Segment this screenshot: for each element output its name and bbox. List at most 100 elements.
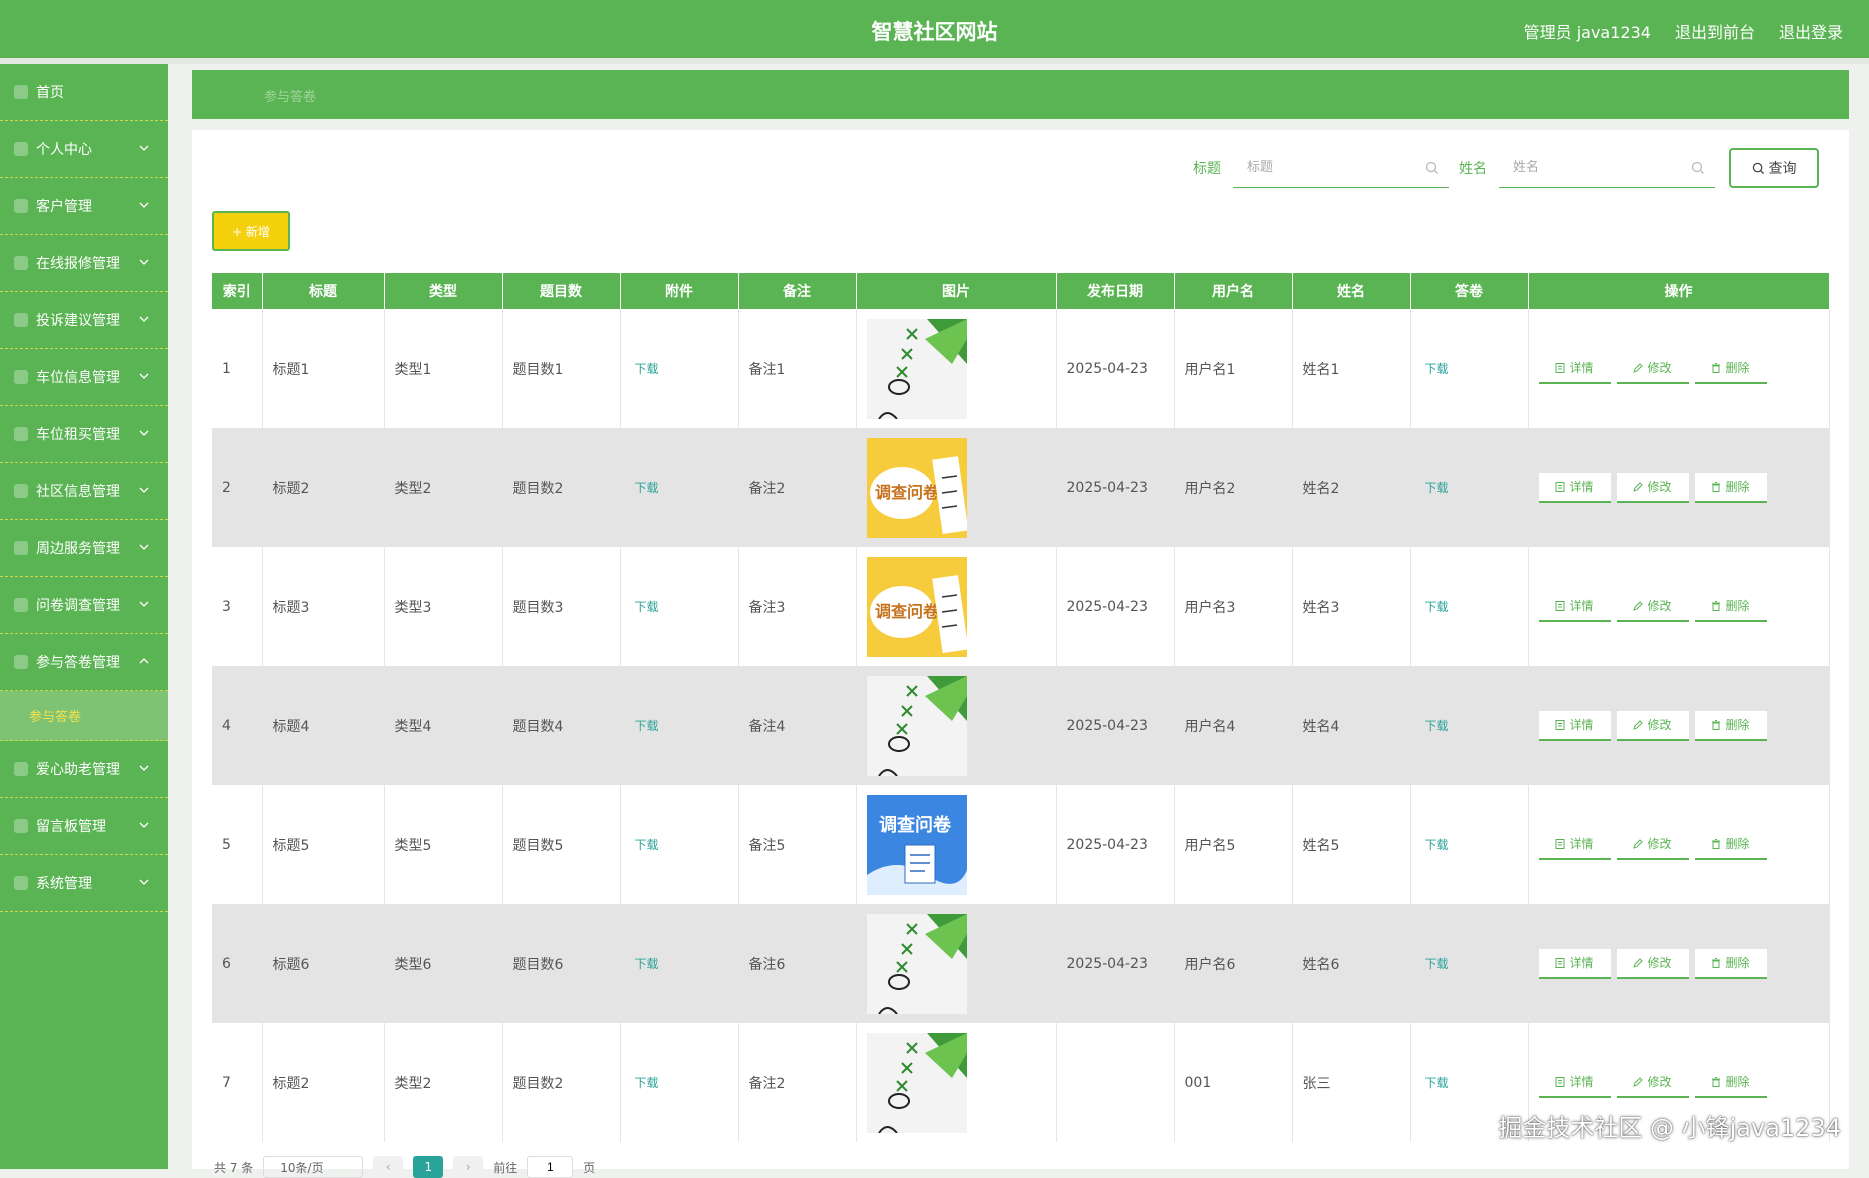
answer-download-link[interactable]: 下载 (1410, 309, 1529, 428)
sidebar-item-3[interactable]: 在线报修管理 (0, 235, 168, 292)
column-header: 索引 (212, 273, 263, 309)
date-cell: 2025-04-23 (1056, 785, 1175, 904)
title-cell: 标题4 (262, 666, 385, 785)
next-page-button[interactable]: › (453, 1156, 484, 1178)
attach-download-link[interactable]: 下载 (620, 904, 739, 1023)
edit-button[interactable]: 修改 (1616, 1067, 1689, 1098)
answer-download-link[interactable]: 下载 (1410, 904, 1529, 1023)
edit-button[interactable]: 修改 (1616, 710, 1689, 741)
page-button-1[interactable]: 1 (413, 1156, 444, 1178)
column-header: 附件 (620, 273, 739, 309)
delete-button[interactable]: 删除 (1694, 591, 1767, 622)
edit-button-label: 修改 (1647, 837, 1672, 851)
title-search-input[interactable] (1233, 148, 1449, 187)
sidebar-item-0[interactable]: 首页 (0, 64, 168, 121)
sidebar-item-9[interactable]: 问卷调查管理 (0, 577, 168, 634)
survey-image-text: 调查问卷 (875, 483, 940, 502)
sidebar-item-10[interactable]: 参与答卷管理 (0, 634, 168, 691)
search-icon (1425, 161, 1438, 174)
name-search-box (1499, 148, 1715, 188)
edit-button-label: 修改 (1647, 361, 1672, 375)
detail-button[interactable]: 详情 (1538, 591, 1611, 622)
answer-download-link[interactable]: 下载 (1410, 666, 1529, 785)
delete-icon (1712, 838, 1721, 849)
sidebar-item-2[interactable]: 客户管理 (0, 178, 168, 235)
sidebar-item-7[interactable]: 社区信息管理 (0, 463, 168, 520)
sidebar-item-1[interactable]: 个人中心 (0, 121, 168, 178)
menu-icon (14, 427, 28, 441)
sidebar-item-11[interactable]: 爱心助老管理 (0, 741, 168, 798)
chevron-down-icon (139, 601, 149, 607)
image-cell (856, 309, 1057, 428)
delete-button[interactable]: 删除 (1694, 829, 1767, 860)
survey-image-text: 调查问卷 (879, 814, 952, 836)
front-link[interactable]: 退出到前台 (1675, 19, 1755, 43)
sidebar-item-4[interactable]: 投诉建议管理 (0, 292, 168, 349)
sidebar-item-12[interactable]: 留言板管理 (0, 798, 168, 855)
delete-button[interactable]: 删除 (1694, 948, 1767, 979)
image-cell (856, 666, 1057, 785)
index-cell: 2 (212, 428, 263, 547)
sidebar: 首页 个人中心 客户管理 在线报修管理 投诉建议管理 车位信息管理 车位租买管理 社区信息管理… (0, 64, 168, 1169)
query-button[interactable]: 查询 (1729, 148, 1819, 188)
detail-button[interactable]: 详情 (1538, 1067, 1611, 1098)
row-actions: 详情 修改 删除 (1538, 353, 1829, 384)
add-button[interactable]: + 新增 (212, 211, 290, 251)
attach-download-link[interactable]: 下载 (620, 1023, 739, 1142)
top-links: 管理员 java1234 退出到前台 退出登录 (1524, 19, 1843, 43)
logout-link[interactable]: 退出登录 (1779, 19, 1843, 43)
name-cell: 姓名4 (1292, 666, 1411, 785)
title-cell: 标题6 (262, 904, 385, 1023)
sidebar-item-6[interactable]: 车位租买管理 (0, 406, 168, 463)
edit-button[interactable]: 修改 (1616, 353, 1689, 384)
detail-button[interactable]: 详情 (1538, 353, 1611, 384)
note-cell: 备注6 (738, 904, 857, 1023)
chevron-down-icon (139, 487, 149, 493)
menu-icon (14, 876, 28, 890)
edit-button[interactable]: 修改 (1616, 829, 1689, 860)
edit-icon (1633, 719, 1644, 730)
edit-button-label: 修改 (1647, 599, 1672, 613)
delete-button[interactable]: 删除 (1694, 353, 1767, 384)
edit-button[interactable]: 修改 (1616, 591, 1689, 622)
detail-button[interactable]: 详情 (1538, 829, 1611, 860)
detail-button[interactable]: 详情 (1538, 472, 1611, 503)
answer-download-link[interactable]: 下载 (1410, 547, 1529, 666)
detail-button[interactable]: 详情 (1538, 948, 1611, 979)
page-size-select[interactable]: 10条/页 (263, 1156, 364, 1178)
attach-download-link[interactable]: 下载 (620, 428, 739, 547)
chevron-down-icon (139, 430, 149, 436)
delete-button[interactable]: 删除 (1694, 710, 1767, 741)
attach-download-link[interactable]: 下载 (620, 666, 739, 785)
chevron-down-icon (139, 765, 149, 771)
goto-page-input[interactable] (527, 1156, 574, 1178)
menu-icon (14, 370, 28, 384)
attach-download-link[interactable]: 下载 (620, 547, 739, 666)
edit-button[interactable]: 修改 (1616, 472, 1689, 503)
menu-icon (14, 598, 28, 612)
sidebar-item-5[interactable]: 车位信息管理 (0, 349, 168, 406)
username-cell: 用户名4 (1174, 666, 1293, 785)
actions-cell: 详情 修改 删除 (1528, 428, 1830, 547)
sidebar-subitem-answers[interactable]: 参与答卷 (0, 691, 168, 741)
delete-button[interactable]: 删除 (1694, 472, 1767, 503)
actions-cell: 详情 修改 删除 (1528, 547, 1830, 666)
menu-icon (14, 313, 28, 327)
answer-download-link[interactable]: 下载 (1410, 428, 1529, 547)
sidebar-item-8[interactable]: 周边服务管理 (0, 520, 168, 577)
sidebar-item-13[interactable]: 系统管理 (0, 855, 168, 912)
attach-download-link[interactable]: 下载 (620, 309, 739, 428)
content-panel: 标题 姓名 查询 + 新增 索引标题类型题目数附件备注图片发布日期用户名姓名答卷… (192, 130, 1849, 1178)
answer-download-link[interactable]: 下载 (1410, 785, 1529, 904)
username-cell: 用户名1 (1174, 309, 1293, 428)
prev-page-button[interactable]: ‹ (373, 1156, 404, 1178)
name-search-input[interactable] (1499, 148, 1715, 187)
attach-download-link[interactable]: 下载 (620, 785, 739, 904)
title-cell: 标题3 (262, 547, 385, 666)
table-row: 6 标题6 类型6 题目数6 下载 备注6 2025-04-23 用户名6 姓名6 下载 详情 修改删… (212, 904, 1830, 1023)
delete-button[interactable]: 删除 (1694, 1067, 1767, 1098)
edit-button[interactable]: 修改 (1616, 948, 1689, 979)
detail-button[interactable]: 详情 (1538, 710, 1611, 741)
title-cell: 标题1 (262, 309, 385, 428)
sidebar-item-label: 参与答卷管理 (36, 655, 120, 671)
